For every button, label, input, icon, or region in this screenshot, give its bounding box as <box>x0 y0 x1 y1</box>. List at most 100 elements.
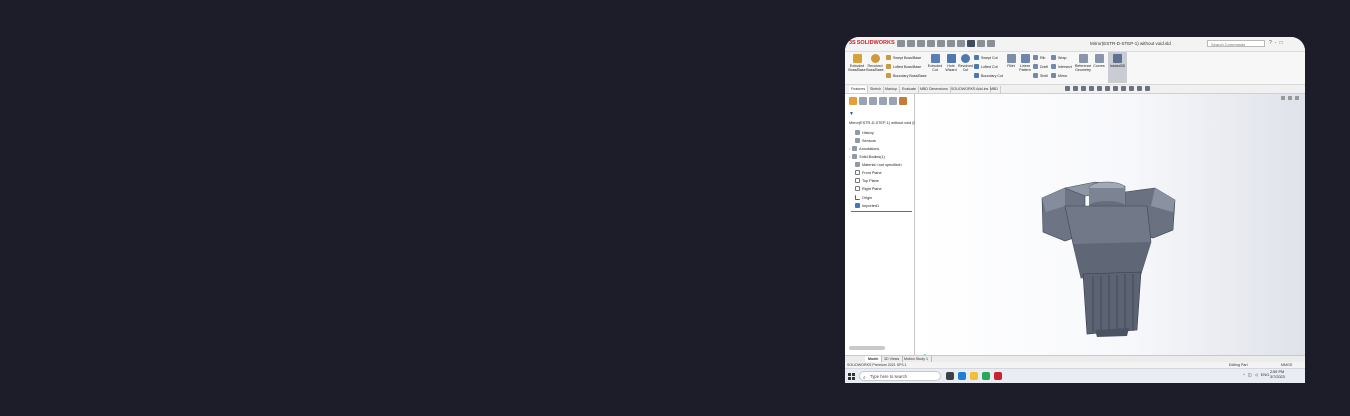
extruded-cut-button[interactable]: Extruded Cut <box>927 54 943 72</box>
linear-pattern-button[interactable]: Linear Pattern <box>1018 54 1032 72</box>
tree-root-part[interactable]: Mirror(ESTR-D-STEP-1) without void (Defa… <box>849 121 915 125</box>
tree-item-annotations[interactable]: › Annotations <box>849 146 879 151</box>
mirror-icon <box>1051 73 1056 78</box>
instant3d-button[interactable]: Instant3D <box>1108 52 1127 83</box>
rib-button[interactable]: Rib <box>1033 55 1045 60</box>
tab-solidworks-addins[interactable]: SOLIDWORKS Add-ins <box>949 86 992 93</box>
view-settings-icon[interactable] <box>1145 86 1150 91</box>
annotations-icon <box>852 146 858 151</box>
tab-evaluate[interactable]: Evaluate <box>900 86 919 93</box>
tree-item-front-plane[interactable]: Front Plane <box>855 170 882 175</box>
curves-button[interactable]: Curves <box>1093 54 1105 68</box>
wrap-icon <box>1051 55 1056 60</box>
edit-appearance-icon[interactable] <box>1129 86 1134 91</box>
origin-icon <box>855 195 860 200</box>
home-icon[interactable] <box>897 40 905 47</box>
solidworks-taskbar-icon[interactable] <box>994 372 1002 380</box>
display-manager-icon[interactable] <box>889 97 897 105</box>
tree-horizontal-scrollbar[interactable] <box>849 346 885 350</box>
tree-item-sensors[interactable]: Sensors <box>855 138 876 143</box>
search-commands-input[interactable]: Search Commands <box>1207 40 1265 47</box>
fillet-button[interactable]: Fillet <box>1005 54 1017 68</box>
solidworks-logo[interactable]: 3SSOLIDWORKS <box>849 40 895 46</box>
section-view-icon[interactable] <box>1089 86 1094 91</box>
maximize-button[interactable]: □ <box>1279 40 1282 46</box>
hole-wizard-button[interactable]: Hole Wizard <box>944 54 958 72</box>
language-indicator[interactable]: ENG <box>1261 372 1270 377</box>
tab-markup[interactable]: Markup <box>883 86 900 93</box>
select-icon[interactable] <box>967 40 975 47</box>
undo-icon[interactable] <box>947 40 955 47</box>
tree-item-right-plane[interactable]: Right Plane <box>855 186 882 191</box>
configuration-manager-icon[interactable] <box>869 97 877 105</box>
save-icon[interactable] <box>927 40 935 47</box>
appearance-manager-icon[interactable] <box>899 97 907 105</box>
shell-button[interactable]: Shell <box>1033 73 1048 78</box>
wrap-button[interactable]: Wrap <box>1051 55 1067 60</box>
tab-features[interactable]: Features <box>849 86 869 93</box>
filter-icon[interactable]: ▼ <box>849 111 854 117</box>
tray-chevron-icon[interactable]: ^ <box>1243 372 1245 377</box>
feature-manager-icon[interactable] <box>849 97 857 105</box>
redo-icon[interactable] <box>957 40 965 47</box>
property-manager-icon[interactable] <box>859 97 867 105</box>
extruded-boss-icon <box>852 54 862 63</box>
options-icon[interactable] <box>987 40 995 47</box>
extruded-boss-button[interactable]: Extruded Boss/Base <box>848 54 866 72</box>
lofted-cut-button[interactable]: Lofted Cut <box>974 64 998 69</box>
expand-arrow-icon[interactable]: › <box>849 147 850 151</box>
zoom-to-fit-icon[interactable] <box>1065 86 1070 91</box>
edge-icon[interactable] <box>958 372 966 380</box>
revolved-cut-button[interactable]: Revolved Cut <box>958 54 973 72</box>
help-icon[interactable]: ? <box>1269 40 1272 46</box>
apply-scene-icon[interactable] <box>1137 86 1142 91</box>
tree-item-history[interactable]: History <box>855 130 874 135</box>
instant3d-icon <box>1113 54 1122 63</box>
reference-geometry-icon <box>1078 54 1088 63</box>
sensors-icon <box>855 138 860 143</box>
revolved-boss-button[interactable]: Revolved Boss/Base <box>866 54 884 72</box>
swept-boss-button[interactable]: Swept Boss/Base <box>886 55 921 60</box>
lofted-boss-button[interactable]: Lofted Boss/Base <box>886 64 921 69</box>
dimxpert-manager-icon[interactable] <box>879 97 887 105</box>
swept-cut-button[interactable]: Swept Cut <box>974 55 998 60</box>
dynamic-annotation-icon[interactable] <box>1097 86 1102 91</box>
tab-mbd[interactable]: MBD <box>988 86 1001 93</box>
new-document-icon[interactable] <box>907 40 915 47</box>
tree-item-origin[interactable]: Origin <box>855 195 872 200</box>
store-icon[interactable] <box>982 372 990 380</box>
rebuild-icon[interactable] <box>977 40 985 47</box>
task-view-icon[interactable] <box>946 372 954 380</box>
volume-icon[interactable]: ◁ <box>1255 372 1258 377</box>
open-icon[interactable] <box>917 40 925 47</box>
previous-view-icon[interactable] <box>1081 86 1086 91</box>
hide-show-items-icon[interactable] <box>1121 86 1126 91</box>
part-model[interactable] <box>915 94 1305 355</box>
tree-item-material[interactable]: Material <not specified> <box>855 162 902 167</box>
print-icon[interactable] <box>937 40 945 47</box>
taskbar-clock[interactable]: 2:59 PM 3/7/2023 <box>1270 370 1285 380</box>
windows-start-icon[interactable] <box>848 373 855 380</box>
boundary-boss-button[interactable]: Boundary Boss/Base <box>886 73 927 78</box>
intersect-button[interactable]: Intersect <box>1051 64 1072 69</box>
rollback-bar[interactable] <box>851 211 912 212</box>
file-explorer-icon[interactable] <box>970 372 978 380</box>
zoom-area-icon[interactable] <box>1073 86 1078 91</box>
minimize-button[interactable]: - <box>1275 40 1277 46</box>
hole-wizard-icon <box>946 54 956 63</box>
display-style-icon[interactable] <box>1113 86 1118 91</box>
boundary-cut-button[interactable]: Boundary Cut <box>974 73 1003 78</box>
network-icon[interactable]: ◫ <box>1248 372 1252 377</box>
tab-mbd-dimensions[interactable]: MBD Dimensions <box>918 86 951 93</box>
mirror-button[interactable]: Mirror <box>1051 73 1067 78</box>
tree-item-imported1[interactable]: Imported1 <box>855 203 879 208</box>
graphics-area[interactable] <box>915 94 1305 366</box>
taskbar-search-input[interactable]: ⌕ Type here to search <box>859 371 941 381</box>
view-orientation-icon[interactable] <box>1105 86 1110 91</box>
draft-button[interactable]: Draft <box>1033 64 1048 69</box>
tree-item-top-plane[interactable]: Top Plane <box>855 178 879 183</box>
reference-geometry-button[interactable]: Reference Geometry <box>1074 54 1092 72</box>
tab-sketch[interactable]: Sketch <box>868 86 884 93</box>
expand-arrow-icon[interactable]: › <box>849 155 850 159</box>
tree-item-solid-bodies[interactable]: › Solid Bodies(1) <box>849 154 885 159</box>
